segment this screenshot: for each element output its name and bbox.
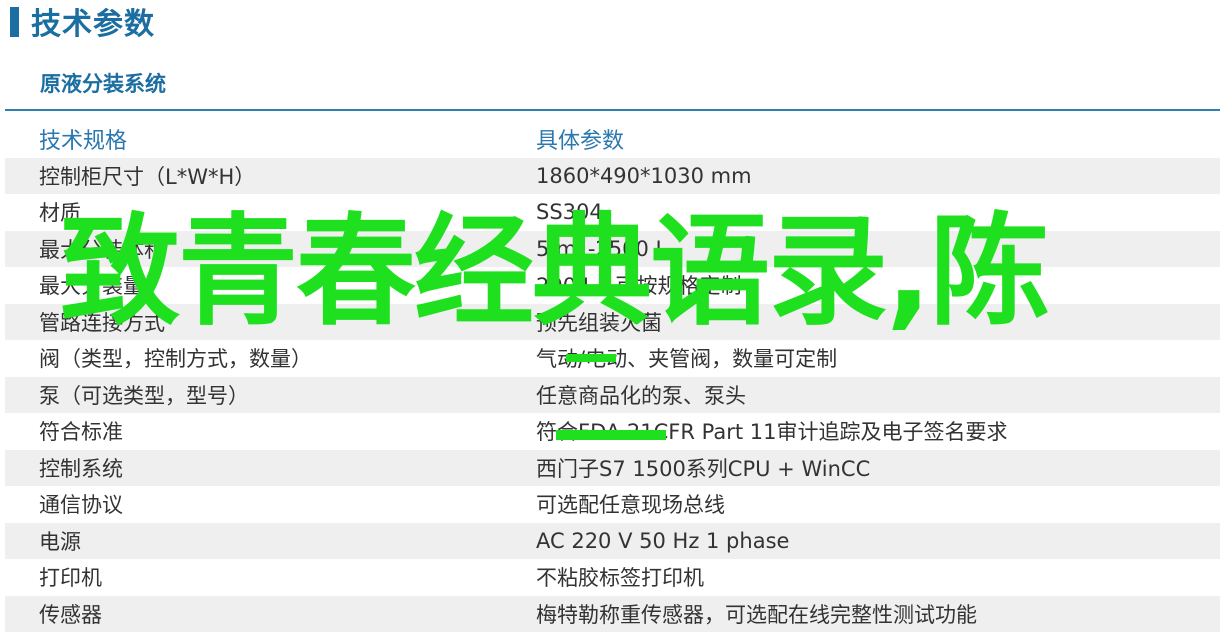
- row-spec-label: 传感器: [39, 602, 102, 627]
- section-subtitle: 原液分装系统: [40, 72, 166, 96]
- overlay-dash-mark: [566, 354, 616, 362]
- row-spec-label: 打印机: [39, 566, 102, 591]
- table-row: 控制系统 西门子S7 1500系列CPU + WinCC: [5, 449, 1220, 486]
- table-row: 电源 AC 220 V 50 Hz 1 phase: [5, 522, 1220, 559]
- overlay-watermark-text: 致青春经典语录,陈: [60, 203, 1050, 342]
- row-spec-value: 梅特勒称重传感器，可选配在线完整性测试功能: [536, 602, 977, 627]
- table-row: 通信协议 可选配任意现场总线: [5, 486, 1220, 523]
- row-spec-label: 泵（可选类型，型号）: [39, 383, 249, 408]
- row-spec-value: 可选配任意现场总线: [536, 493, 725, 518]
- table-row: 打印机 不粘胶标签打印机: [5, 559, 1220, 596]
- page-title: 技术参数: [31, 7, 155, 42]
- row-spec-label: 电源: [39, 529, 81, 554]
- table-row: 传感器 梅特勒称重传感器，可选配在线完整性测试功能: [5, 595, 1220, 632]
- table-row: 泵（可选类型，型号） 任意商品化的泵、泵头: [5, 376, 1220, 413]
- overlay-dash-mark: [556, 430, 666, 440]
- row-spec-label: 通信协议: [39, 493, 123, 518]
- table-header-row: 技术规格 具体参数: [5, 121, 1220, 158]
- row-spec-value: 任意商品化的泵、泵头: [536, 383, 746, 408]
- section-divider: [5, 109, 1220, 111]
- table-row: 控制柜尺寸（L*W*H） 1860*490*1030 mm: [5, 157, 1220, 194]
- row-spec-label: 控制系统: [39, 456, 123, 481]
- row-spec-value: 1860*490*1030 mm: [536, 163, 752, 188]
- row-spec-value: AC 220 V 50 Hz 1 phase: [536, 528, 790, 553]
- row-spec-label: 控制柜尺寸（L*W*H）: [39, 164, 256, 189]
- row-spec-value: 西门子S7 1500系列CPU + WinCC: [536, 456, 871, 481]
- header-spec: 技术规格: [39, 129, 128, 155]
- heading-accent-bar: [10, 7, 19, 37]
- page-heading: 技术参数: [10, 0, 155, 42]
- row-spec-value: 不粘胶标签打印机: [536, 566, 704, 591]
- row-spec-label: 符合标准: [39, 420, 123, 445]
- header-param: 具体参数: [536, 129, 625, 155]
